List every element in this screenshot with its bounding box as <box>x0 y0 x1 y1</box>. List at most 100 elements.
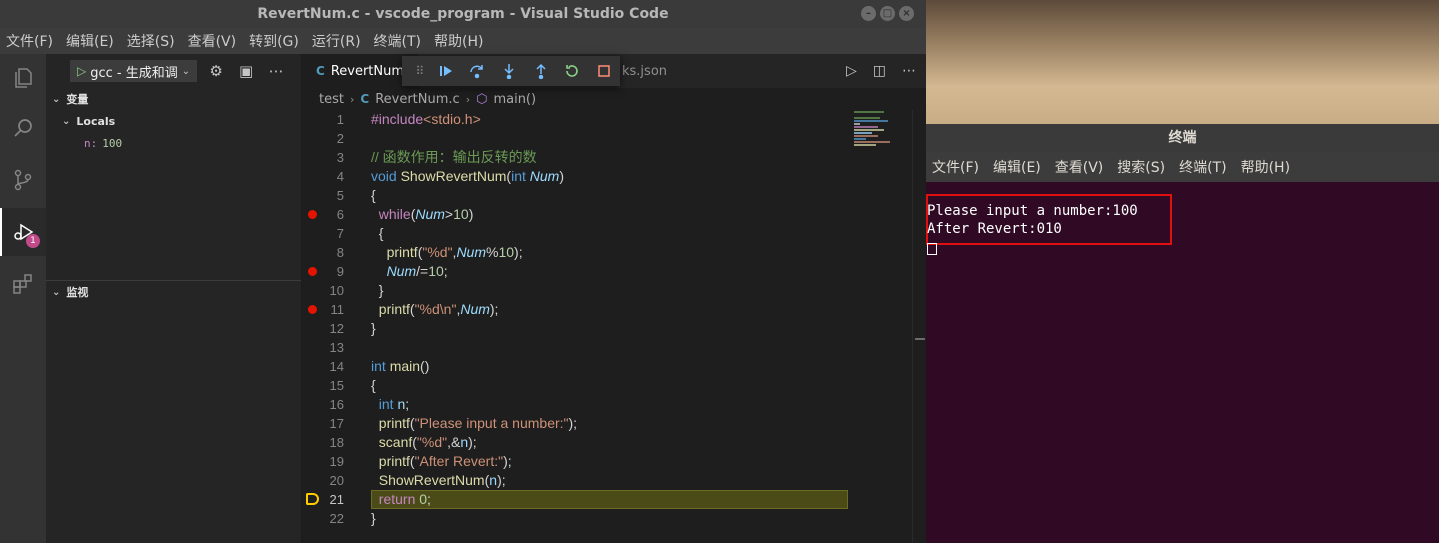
line-number: 21 <box>329 492 344 507</box>
step-over-icon[interactable] <box>462 56 494 86</box>
menu-selection[interactable]: 选择(S) <box>127 31 175 51</box>
maximize-button[interactable]: □ <box>880 6 895 21</box>
line-number: 4 <box>336 169 344 184</box>
code-line: 19 printf("After Revert:"); <box>302 452 912 471</box>
debug-sidebar: ▷ gcc - 生成和调 ⌄ ⚙ ▣ ⋯ ⌄ 变量 ⌄ Locals n: 10… <box>46 54 302 543</box>
terminal-menu-search[interactable]: 搜索(S) <box>1117 157 1165 177</box>
terminal-output-line: Please input a number:100 <box>927 203 1138 219</box>
terminal-menu-view[interactable]: 查看(V) <box>1055 157 1104 177</box>
menu-view[interactable]: 查看(V) <box>188 31 237 51</box>
source-control-icon[interactable] <box>0 156 46 204</box>
line-number: 2 <box>336 131 344 146</box>
debug-console-icon[interactable]: ▣ <box>235 62 257 80</box>
line-text: printf("%d",Num%10); <box>386 244 523 260</box>
code-line: 16 int n; <box>302 395 912 414</box>
vscode-window: RevertNum.c - vscode_program - Visual St… <box>0 0 926 543</box>
line-number: 19 <box>329 454 344 469</box>
terminal-menu-terminal[interactable]: 终端(T) <box>1179 157 1226 177</box>
line-number: 7 <box>336 226 344 241</box>
code-line: 22} <box>302 509 912 528</box>
more-actions-icon[interactable]: ⋯ <box>265 62 287 80</box>
menu-help[interactable]: 帮助(H) <box>434 31 483 51</box>
line-number: 10 <box>329 283 344 298</box>
code-line: 17 printf("Please input a number:"); <box>302 414 912 433</box>
extensions-icon[interactable] <box>0 260 46 308</box>
minimap[interactable] <box>854 110 912 158</box>
line-number: 5 <box>336 188 344 203</box>
run-code-icon[interactable]: ▷ <box>846 63 857 79</box>
terminal-menu-file[interactable]: 文件(F) <box>932 157 979 177</box>
explorer-icon[interactable] <box>0 54 46 102</box>
stop-icon[interactable] <box>588 56 620 86</box>
start-debug-icon[interactable]: ▷ <box>77 64 86 78</box>
menu-go[interactable]: 转到(G) <box>249 31 299 51</box>
debug-floating-toolbar: ⠿ <box>402 56 620 86</box>
split-editor-icon[interactable]: ◫ <box>873 63 886 79</box>
menu-file[interactable]: 文件(F) <box>6 31 53 51</box>
watch-section-header[interactable]: ⌄ 监视 <box>46 281 301 303</box>
breadcrumb-symbol[interactable]: main() <box>493 92 536 107</box>
watch-section: ⌄ 监视 <box>46 280 301 303</box>
line-text: } <box>371 510 376 526</box>
c-file-icon: C <box>360 92 370 106</box>
line-text: while(Num>10) <box>378 206 474 222</box>
gear-icon[interactable]: ⚙ <box>205 62 227 80</box>
line-text: void ShowRevertNum(int Num) <box>371 168 564 184</box>
line-number: 13 <box>329 340 344 355</box>
more-actions-icon[interactable]: ⋯ <box>902 63 916 79</box>
code-line: 4 void ShowRevertNum(int Num) <box>302 167 912 186</box>
drag-handle-icon[interactable]: ⠿ <box>410 64 430 78</box>
minimize-button[interactable]: – <box>861 6 876 21</box>
run-debug-icon[interactable]: 1 <box>0 208 46 256</box>
terminal-menu-help[interactable]: 帮助(H) <box>1241 157 1290 177</box>
chevron-down-icon: ⌄ <box>52 286 61 298</box>
menu-run[interactable]: 运行(R) <box>312 31 361 51</box>
code-line: 13 <box>302 338 912 357</box>
locals-scope[interactable]: ⌄ Locals <box>46 110 301 132</box>
continue-icon[interactable] <box>430 56 462 86</box>
terminal-cursor <box>927 243 937 255</box>
line-number: 22 <box>329 511 344 526</box>
step-out-icon[interactable] <box>525 56 557 86</box>
restart-icon[interactable] <box>557 56 589 86</box>
line-number: 9 <box>336 264 344 279</box>
terminal-title: 终端 <box>926 124 1439 152</box>
line-text: { <box>371 225 384 241</box>
line-text: } <box>371 320 376 336</box>
variable-value: 100 <box>102 136 123 150</box>
terminal-output-area[interactable]: Please input a number:100 After Revert:0… <box>926 182 1439 543</box>
code-line: 10 } <box>302 281 912 300</box>
terminal-menu-bar: 文件(F) 编辑(E) 查看(V) 搜索(S) 终端(T) 帮助(H) <box>926 152 1439 182</box>
breadcrumb: test › C RevertNum.c › ⬡ main() <box>302 88 926 110</box>
code-line: 11 printf("%d\n",Num); <box>302 300 912 319</box>
breadcrumb-folder[interactable]: test <box>319 92 344 107</box>
code-line: 14 int main() <box>302 357 912 376</box>
menu-edit[interactable]: 编辑(E) <box>66 31 114 51</box>
line-text: Num/=10; <box>386 263 448 279</box>
breadcrumb-file[interactable]: RevertNum.c <box>375 92 460 107</box>
code-editor[interactable]: 1 #include<stdio.h> 2 3 // 函数作用：输出反转的数 4 vo… <box>302 110 912 528</box>
line-number: 6 <box>336 207 344 222</box>
variable-row[interactable]: n: 100 <box>46 132 301 154</box>
search-icon[interactable] <box>0 104 46 152</box>
terminal-menu-edit[interactable]: 编辑(E) <box>993 157 1041 177</box>
step-into-icon[interactable] <box>493 56 525 86</box>
close-button[interactable]: × <box>899 6 914 21</box>
debug-config-name: gcc - 生成和调 <box>90 65 178 81</box>
variables-section-header[interactable]: ⌄ 变量 <box>46 88 301 110</box>
chevron-right-icon: › <box>349 92 355 106</box>
line-text: scanf("%d",&n); <box>378 434 477 450</box>
scroll-position-marker <box>915 338 925 340</box>
line-number: 14 <box>329 359 344 374</box>
chevron-right-icon: › <box>465 92 471 106</box>
code-line: 18 scanf("%d",&n); <box>302 433 912 452</box>
line-number: 15 <box>329 378 344 393</box>
code-line: 12} <box>302 319 912 338</box>
tab-label: RevertNum <box>330 63 405 79</box>
window-title: RevertNum.c - vscode_program - Visual St… <box>257 6 669 22</box>
debug-config-select[interactable]: ▷ gcc - 生成和调 ⌄ <box>70 60 198 82</box>
symbol-method-icon: ⬡ <box>476 91 488 107</box>
menu-terminal[interactable]: 终端(T) <box>374 31 421 51</box>
tab-revertnum[interactable]: C RevertNum <box>302 54 419 88</box>
editor-scrollbar[interactable] <box>912 110 926 543</box>
